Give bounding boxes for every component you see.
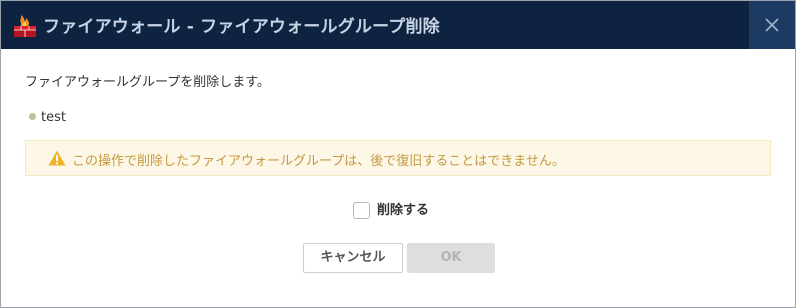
- close-button[interactable]: [749, 1, 795, 49]
- delete-confirm-label[interactable]: 削除する: [377, 199, 429, 218]
- warning-banner: この操作で削除したファイアウォールグループは、後で復旧することはできません。: [25, 140, 771, 176]
- warning-triangle-icon: [48, 150, 66, 166]
- dialog-titlebar: ファイアウォール - ファイアウォールグループ削除: [1, 1, 795, 49]
- cancel-button[interactable]: キャンセル: [303, 243, 403, 273]
- ok-button[interactable]: OK: [407, 243, 495, 273]
- group-list-item: test: [29, 110, 66, 128]
- dialog-description: ファイアウォールグループを削除します。: [25, 75, 270, 90]
- warning-text: この操作で削除したファイアウォールグループは、後で復旧することはできません。: [72, 154, 565, 169]
- delete-confirm-checkbox[interactable]: [353, 202, 370, 219]
- delete-firewall-group-dialog: ファイアウォール - ファイアウォールグループ削除 ファイアウォールグループを削…: [0, 0, 796, 308]
- group-name: test: [41, 110, 66, 125]
- bullet-icon: [29, 113, 36, 120]
- dialog-title: ファイアウォール - ファイアウォールグループ削除: [43, 17, 440, 37]
- close-icon: [765, 18, 779, 32]
- firewall-icon: [13, 14, 37, 38]
